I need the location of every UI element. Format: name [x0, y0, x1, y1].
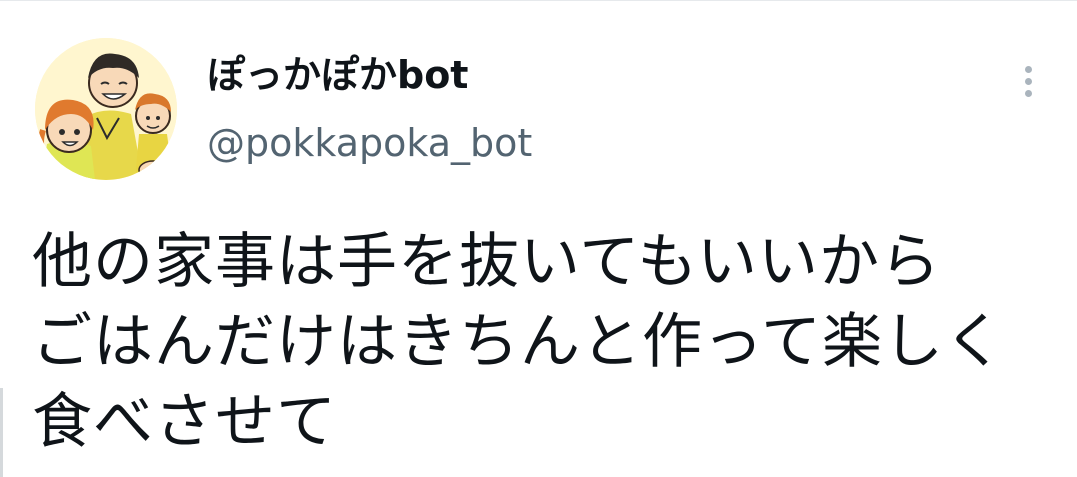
- tweet-text-line: 食べさせて: [32, 387, 337, 457]
- vertical-ellipsis-icon: [1024, 89, 1032, 97]
- tweet-text-line: 他の家事は手を抜いてもいいから: [32, 227, 941, 297]
- more-options-button[interactable]: [1008, 58, 1048, 104]
- cartoon-family-avatar-icon: [35, 38, 177, 180]
- tweet-text-line: ごはんだけはきちんと作って楽しく: [32, 307, 1005, 377]
- user-handle[interactable]: @pokkapoka_bot: [207, 120, 532, 166]
- top-divider: [0, 0, 1077, 1]
- display-name[interactable]: ぽっかぽかbot: [207, 52, 468, 98]
- tweet-text: 他の家事は手を抜いてもいいから ごはんだけはきちんと作って楽しく 食べさせて: [32, 222, 1005, 462]
- vertical-ellipsis-icon: [1024, 65, 1032, 73]
- left-edge-shadow: [0, 388, 3, 477]
- profile-avatar[interactable]: [35, 38, 177, 180]
- vertical-ellipsis-icon: [1024, 77, 1032, 85]
